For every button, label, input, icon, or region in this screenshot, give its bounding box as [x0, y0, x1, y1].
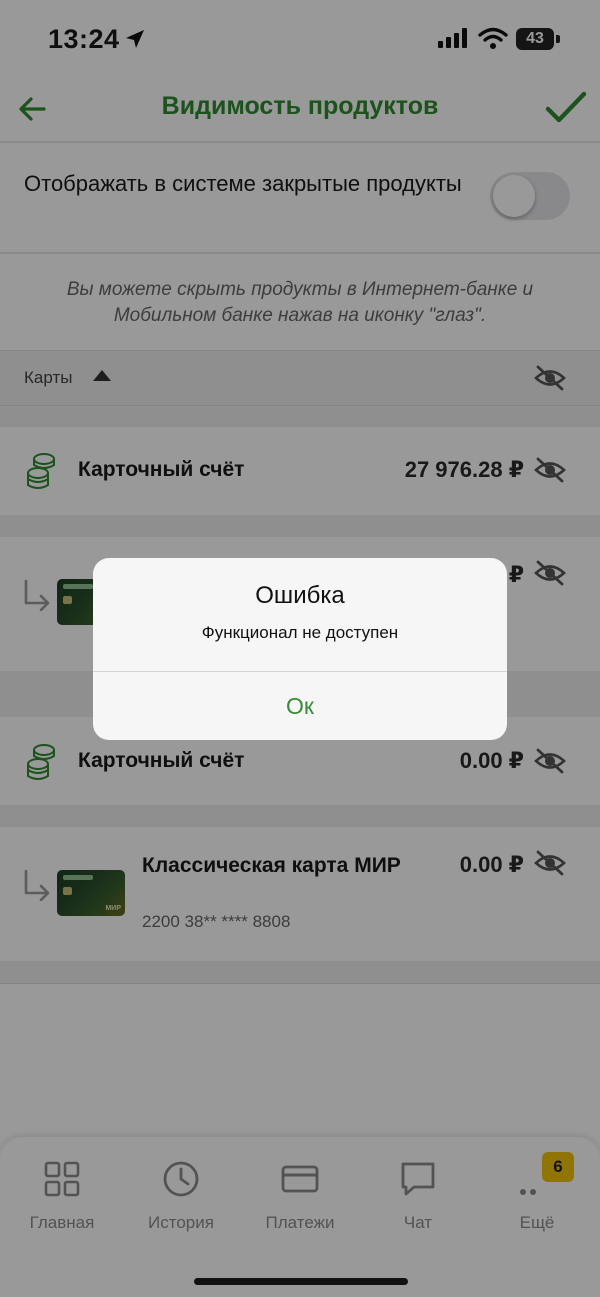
- screen: 13:24 43 Видимость продуктов Отображать …: [0, 0, 600, 1297]
- home-indicator: [194, 1278, 408, 1285]
- dialog-message: Функционал не доступен: [201, 623, 399, 642]
- dialog-title: Ошибка: [255, 582, 345, 609]
- dialog-ok-button[interactable]: Ок: [93, 672, 507, 740]
- error-dialog: Ошибка Функционал не доступен Ок: [93, 558, 507, 740]
